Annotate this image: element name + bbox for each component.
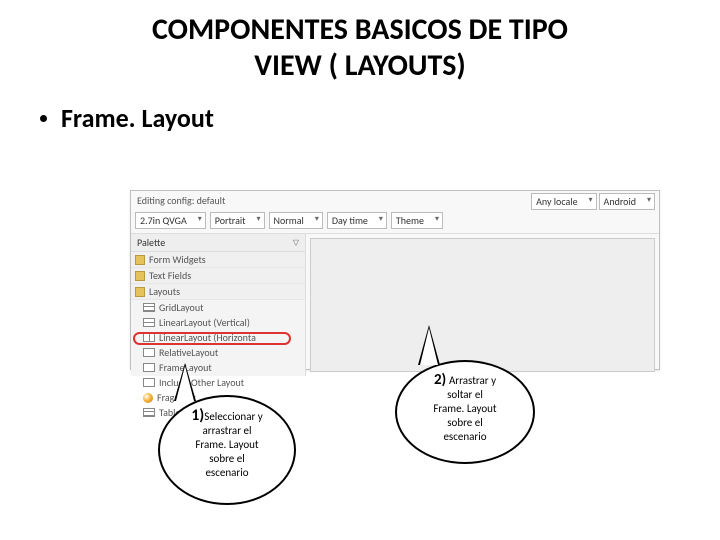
callout-2-text3: Frame. Layout (433, 402, 496, 415)
orientation-dropdown[interactable]: Portrait (210, 212, 265, 229)
palette-panel: Palette ▽ Form Widgets Text Fields Layou… (131, 234, 306, 376)
layout-item-linear-vertical[interactable]: LinearLayout (Vertical) (131, 315, 305, 330)
editor-screenshot: Editing config: default Any locale Andro… (130, 190, 660, 370)
platform-dropdown[interactable]: Android (599, 193, 655, 210)
section-label: Layouts (149, 285, 180, 298)
palette-title: Palette (137, 236, 165, 249)
section-label: Form Widgets (149, 253, 206, 266)
bullet-dot-icon (40, 115, 47, 122)
callout-2: 2) Arrastrar y soltar el Frame. Layout s… (395, 360, 535, 464)
grid-layout-icon (143, 303, 155, 312)
callout-1-text1: Seleccionar y (204, 410, 263, 423)
callout-1-lead: 1) (191, 406, 204, 425)
callout-1-tail (174, 363, 196, 398)
layout-label: LinearLayout (Horizonta (159, 331, 256, 344)
theme-dropdown[interactable]: Theme (391, 212, 443, 229)
layout-item-include[interactable]: Include Other Layout (131, 375, 305, 390)
callout-2-text4: sobre el (447, 416, 483, 429)
callout-1-text5: escenario (205, 466, 248, 479)
title-line-2: VIEW ( LAYOUTS) (254, 47, 465, 84)
callout-2-text1: Arrastrar y (449, 374, 496, 387)
relative-layout-icon (143, 348, 155, 357)
locale-dropdown[interactable]: Any locale (531, 193, 596, 210)
config-toolbar: 2.7in QVGA Portrait Normal Day time Them… (131, 210, 659, 234)
callout-1: 1)Seleccionar y arrastrar el Frame. Layo… (158, 395, 296, 505)
callout-2-text2: soltar el (447, 388, 483, 401)
palette-section-text-fields[interactable]: Text Fields (131, 268, 305, 284)
bullet-text: Frame. Layout (61, 102, 214, 134)
daytime-dropdown[interactable]: Day time (327, 212, 387, 229)
callout-2-text5: escenario (443, 430, 486, 443)
mode-dropdown[interactable]: Normal (269, 212, 323, 229)
fragment-icon (143, 393, 153, 403)
palette-collapse-icon: ▽ (293, 238, 299, 248)
callout-2-tail (418, 325, 440, 363)
palette-section-layouts[interactable]: Layouts (131, 284, 305, 300)
layout-label: GridLayout (159, 301, 203, 314)
callout-1-text3: Frame. Layout (195, 438, 258, 451)
layout-item-frame[interactable]: FrameLayout (131, 360, 305, 375)
callout-2-lead: 2) (434, 371, 446, 389)
include-layout-icon (143, 378, 155, 387)
title-line-1: COMPONENTES BASICOS DE TIPO (152, 11, 568, 48)
layout-label: LinearLayout (Vertical) (159, 316, 250, 329)
layout-item-linear-horizontal[interactable]: LinearLayout (Horizonta (131, 330, 305, 345)
device-dropdown[interactable]: 2.7in QVGA (135, 212, 206, 229)
linear-h-icon (143, 333, 155, 342)
palette-header[interactable]: Palette ▽ (131, 234, 305, 252)
callout-1-text2: arrastrar el (202, 424, 251, 437)
frame-layout-icon (143, 363, 155, 372)
section-label: Text Fields (149, 269, 191, 282)
layout-label: Include Other Layout (159, 376, 244, 389)
folder-icon (135, 271, 145, 281)
table-layout-icon (143, 408, 155, 417)
design-canvas[interactable] (310, 238, 655, 372)
folder-icon (135, 287, 145, 297)
folder-icon (135, 255, 145, 265)
bullet-item: Frame. Layout (0, 84, 720, 134)
layout-item-grid[interactable]: GridLayout (131, 300, 305, 315)
palette-section-form-widgets[interactable]: Form Widgets (131, 252, 305, 268)
slide-title: COMPONENTES BASICOS DE TIPO VIEW ( LAYOU… (0, 0, 720, 84)
linear-v-icon (143, 318, 155, 327)
layout-label: RelativeLayout (159, 346, 218, 359)
layout-item-relative[interactable]: RelativeLayout (131, 345, 305, 360)
callout-1-text4: sobre el (209, 452, 245, 465)
